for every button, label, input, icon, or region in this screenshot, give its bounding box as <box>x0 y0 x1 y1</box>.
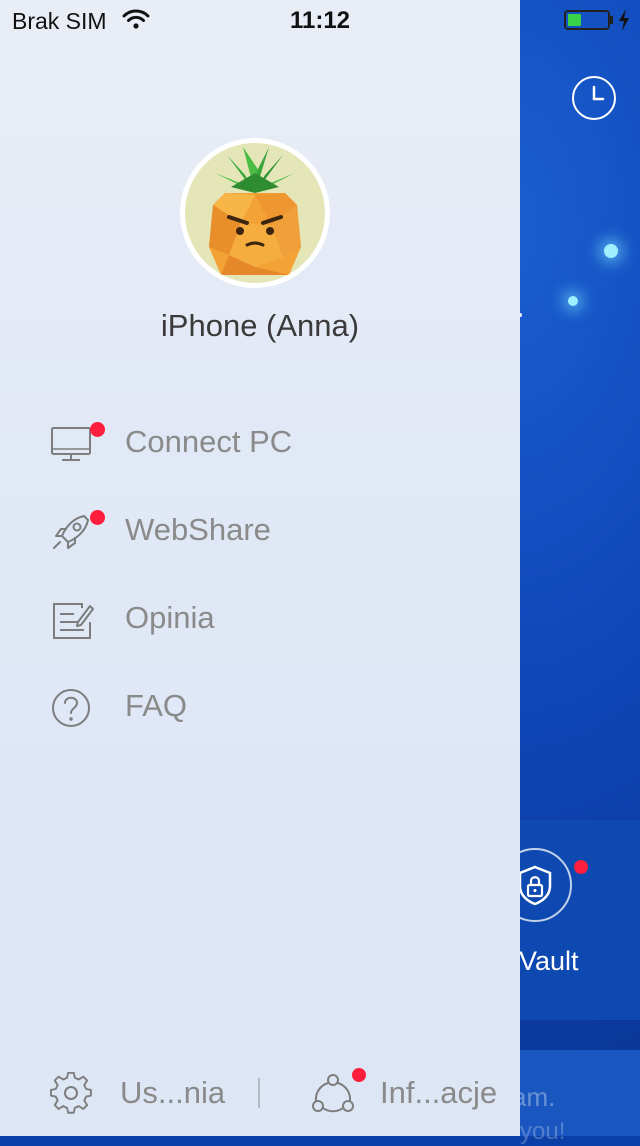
menu-item-opinia[interactable]: Opinia <box>50 590 470 650</box>
menu-item-webshare[interactable]: WebShare <box>50 502 470 562</box>
feedback-icon <box>53 603 94 639</box>
status-time: 11:12 <box>289 7 351 34</box>
settings-button[interactable]: Us...nia <box>50 1060 250 1124</box>
history-clock-button[interactable] <box>572 76 616 120</box>
notification-badge <box>90 510 105 525</box>
pineapple-avatar-icon <box>209 147 301 275</box>
battery-icon <box>564 10 610 30</box>
status-bar: Brak SIM 11:12 <box>0 0 640 40</box>
rocket-icon <box>53 515 89 549</box>
info-button[interactable]: Inf...acje <box>312 1060 512 1124</box>
footer-divider <box>258 1078 260 1108</box>
glow-star <box>568 296 578 306</box>
notification-badge <box>90 422 105 437</box>
settings-label: Us...nia <box>120 1075 226 1110</box>
glow-star <box>604 244 618 258</box>
device-name: iPhone (Anna) <box>160 308 360 343</box>
menu-item-label: FAQ <box>125 688 188 723</box>
side-drawer: iPhone (Anna) Connect PC WebShare Opinia… <box>0 0 520 1136</box>
avatar[interactable] <box>180 138 330 288</box>
gear-icon <box>50 1072 92 1114</box>
monitor-icon <box>51 427 91 461</box>
share-info-icon <box>312 1074 354 1113</box>
menu-item-label: Connect PC <box>125 424 293 459</box>
menu-item-label: Opinia <box>125 600 215 635</box>
notification-badge <box>352 1068 366 1082</box>
vault-badge <box>574 860 588 874</box>
faint-text: you! <box>520 1118 566 1145</box>
battery-level <box>568 14 581 26</box>
menu-item-label: WebShare <box>125 512 271 547</box>
menu-item-connect-pc[interactable]: Connect PC <box>50 414 470 474</box>
charging-bolt-icon <box>619 9 629 31</box>
info-label: Inf...acje <box>380 1075 498 1110</box>
battery-cap <box>610 16 613 24</box>
menu-item-faq[interactable]: FAQ <box>50 678 470 738</box>
clock-icon <box>592 85 605 101</box>
drawer-footer: Us...nia Inf...acje <box>0 1060 520 1136</box>
question-icon <box>52 689 90 727</box>
